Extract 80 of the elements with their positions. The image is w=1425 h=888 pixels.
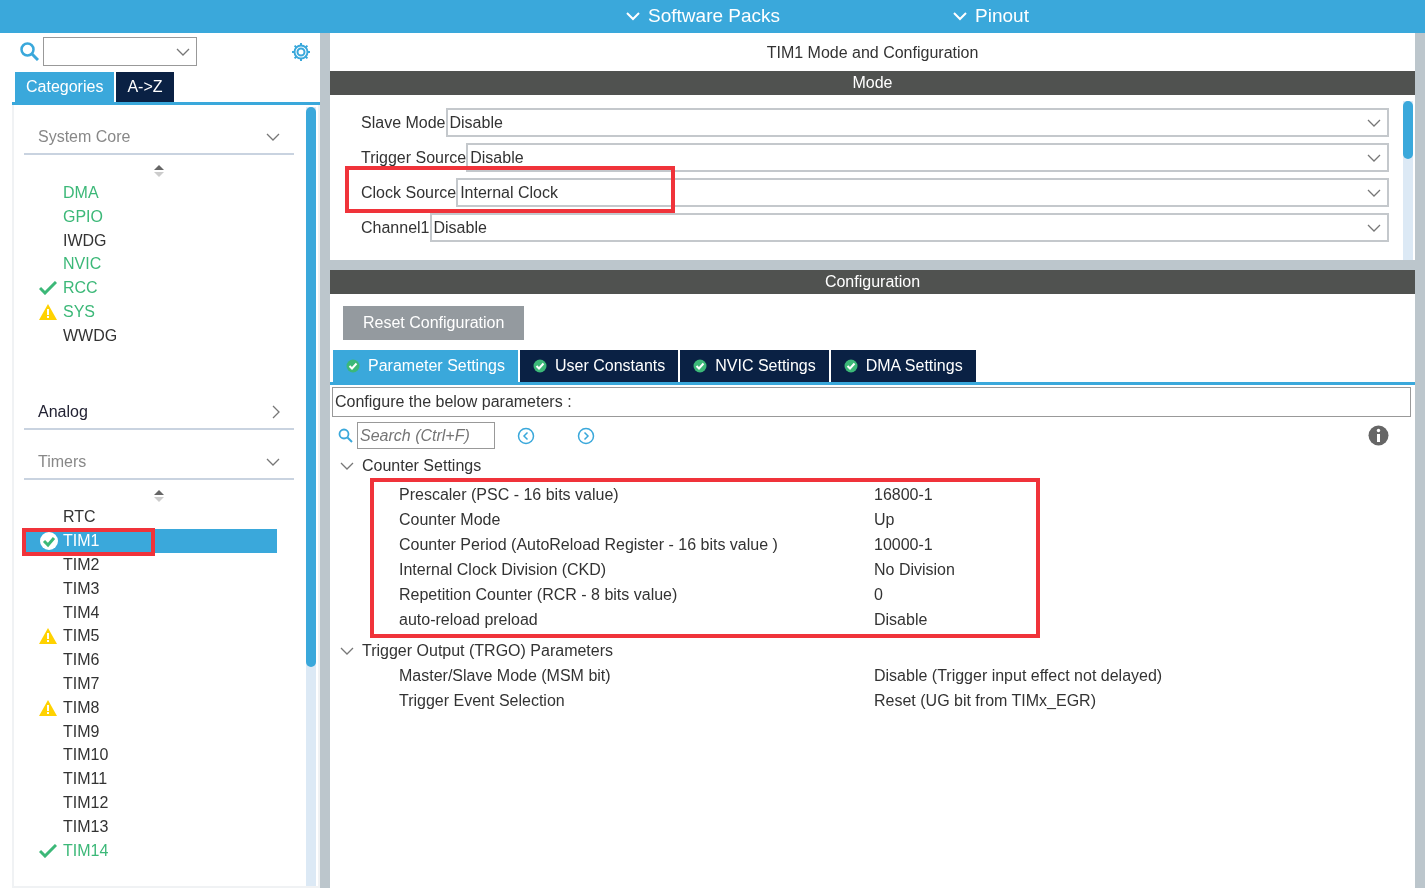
scrollbar-thumb[interactable] bbox=[1403, 101, 1413, 159]
check-icon bbox=[843, 359, 858, 373]
check-icon bbox=[693, 359, 708, 373]
chevron-down-icon bbox=[1367, 188, 1381, 197]
scroll-arrow-icon bbox=[153, 489, 165, 502]
select-field[interactable]: Internal Clock bbox=[456, 178, 1389, 207]
peripheral-item[interactable]: TIM2 bbox=[24, 553, 277, 577]
peripheral-item[interactable]: TIM8 bbox=[24, 695, 277, 720]
parameter-value[interactable]: Disable (Trigger input effect not delayed) bbox=[874, 663, 1163, 688]
scroll-arrow-icon bbox=[153, 165, 165, 177]
group-header[interactable]: Trigger Output (TRGO) Parameters bbox=[330, 638, 1415, 663]
peripheral-item[interactable]: WWDG bbox=[24, 323, 277, 348]
settings-tab[interactable]: NVIC Settings bbox=[680, 350, 829, 382]
chevron-down-icon bbox=[1367, 118, 1381, 127]
section-header: Configuration bbox=[330, 270, 1415, 294]
peripheral-item[interactable]: TIM11 bbox=[24, 767, 277, 792]
chevron-down-icon bbox=[340, 461, 354, 470]
parameter-name: Internal Clock Division (CKD) bbox=[399, 559, 608, 580]
select-field[interactable]: Disable bbox=[429, 213, 1389, 242]
chevron-down-icon bbox=[1367, 153, 1381, 162]
peripheral-item[interactable]: TIM3 bbox=[24, 576, 277, 601]
parameter-value[interactable]: 10000-1 bbox=[874, 532, 933, 557]
chevron-down-icon bbox=[340, 646, 354, 655]
info-icon[interactable] bbox=[1368, 425, 1389, 446]
search-icon bbox=[20, 42, 39, 61]
category-header[interactable]: Analog bbox=[24, 385, 294, 430]
parameter-name: Repetition Counter (RCR - 8 bits value) bbox=[399, 584, 679, 605]
peripheral-item[interactable]: TIM5 bbox=[24, 624, 277, 649]
chevron-down-icon bbox=[953, 12, 968, 21]
scrollbar-thumb[interactable] bbox=[306, 107, 316, 667]
chevron-down-icon bbox=[266, 457, 280, 466]
panel-title: TIM1 Mode and Configuration bbox=[765, 43, 980, 63]
settings-icon[interactable] bbox=[290, 40, 312, 63]
chevron-down-icon bbox=[626, 12, 641, 21]
previous-icon[interactable] bbox=[517, 426, 535, 445]
category-header[interactable]: System Core bbox=[24, 111, 294, 155]
peripheral-item[interactable]: TIM6 bbox=[24, 648, 277, 673]
parameter-value[interactable]: Disable bbox=[874, 607, 928, 632]
chevron-right-icon bbox=[272, 404, 280, 419]
peripheral-item[interactable]: TIM10 bbox=[24, 743, 277, 768]
field-label: Slave Mode bbox=[361, 112, 446, 133]
parameter-name: Prescaler (PSC - 16 bits value) bbox=[399, 484, 620, 505]
parameter-value[interactable]: 16800-1 bbox=[874, 482, 933, 507]
select-field[interactable]: Disable bbox=[466, 143, 1389, 172]
peripheral-item[interactable]: TIM9 bbox=[24, 719, 277, 744]
search-field[interactable]: Search (Ctrl+F) bbox=[357, 422, 495, 449]
peripheral-item[interactable]: RTC bbox=[24, 505, 277, 530]
chevron-down-icon bbox=[176, 47, 190, 56]
search-field[interactable] bbox=[43, 37, 197, 66]
settings-tab[interactable]: User Constants bbox=[519, 350, 679, 382]
select-field[interactable]: Disable bbox=[445, 108, 1389, 137]
peripheral-item[interactable]: TIM4 bbox=[24, 600, 277, 625]
parameter-name: auto-reload preload bbox=[399, 609, 539, 630]
field-label: Channel1 bbox=[361, 217, 430, 238]
parameter-name: Counter Mode bbox=[399, 509, 502, 530]
check-icon bbox=[346, 359, 360, 373]
peripheral-item[interactable]: TIM7 bbox=[24, 672, 277, 696]
section-header: Mode bbox=[330, 71, 1415, 95]
parameter-name: Counter Period (AutoReload Register - 16 bits value ) bbox=[399, 534, 779, 555]
peripheral-item[interactable]: TIM13 bbox=[24, 814, 277, 839]
description-text: Configure the below parameters : bbox=[332, 387, 1411, 417]
chevron-down-icon bbox=[266, 133, 280, 141]
group-header[interactable]: Counter Settings bbox=[330, 453, 1415, 478]
field-label: Trigger Source bbox=[361, 147, 467, 168]
search-icon bbox=[338, 428, 353, 443]
field-label: Clock Source bbox=[361, 182, 457, 203]
parameter-value[interactable]: 0 bbox=[874, 582, 883, 607]
category-tab[interactable]: A->Z bbox=[116, 72, 174, 102]
peripheral-item[interactable]: IWDG bbox=[24, 228, 277, 253]
next-icon[interactable] bbox=[577, 426, 595, 445]
parameter-value[interactable]: No Division bbox=[874, 557, 955, 582]
parameter-value[interactable]: Up bbox=[874, 507, 895, 532]
peripheral-item[interactable]: TIM12 bbox=[24, 791, 277, 815]
parameter-name: Master/Slave Mode (MSM bit) bbox=[399, 665, 612, 686]
category-header[interactable]: Timers bbox=[24, 435, 294, 480]
check-icon bbox=[532, 359, 547, 373]
parameter-name: Trigger Event Selection bbox=[399, 690, 566, 711]
settings-tab[interactable]: DMA Settings bbox=[830, 350, 976, 382]
chevron-down-icon bbox=[1367, 223, 1381, 232]
parameter-value[interactable]: Reset (UG bit from TIMx_EGR) bbox=[874, 688, 1096, 713]
